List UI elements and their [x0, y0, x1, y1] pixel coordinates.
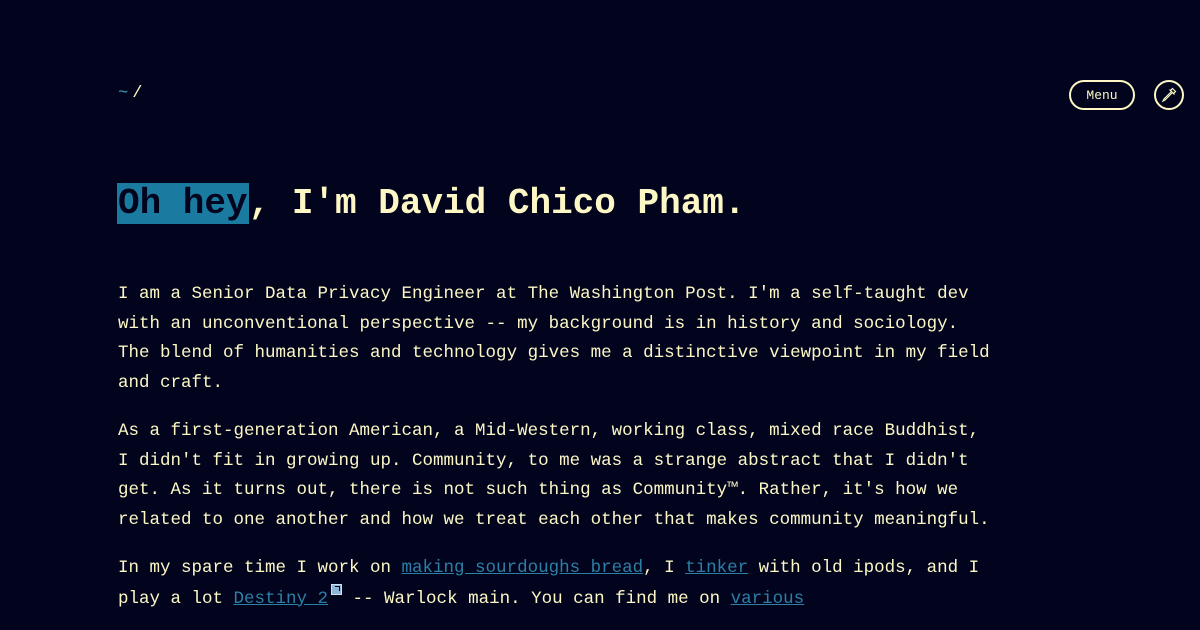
- theme-toggle-button[interactable]: [1154, 80, 1184, 110]
- destiny-link[interactable]: Destiny 2: [234, 589, 329, 609]
- menu-button[interactable]: Menu: [1069, 80, 1135, 110]
- bio-content: I am a Senior Data Privacy Engineer at T…: [118, 280, 998, 630]
- bio-paragraph-3: In my spare time I work on making sourdo…: [118, 554, 998, 614]
- bio-paragraph-2: As a first-generation American, a Mid-We…: [118, 421, 990, 530]
- page-title: Oh hey, I'm David Chico Pham.: [117, 181, 746, 227]
- eyedropper-icon: [1161, 87, 1177, 103]
- bio-text: In my spare time I work on: [118, 558, 402, 578]
- bio-text: , I: [643, 558, 686, 578]
- various-link[interactable]: various: [731, 589, 805, 609]
- bio-text: -- Warlock main. You can find me on: [342, 588, 731, 609]
- breadcrumb-separator: /: [132, 84, 143, 103]
- home-link[interactable]: ~: [118, 84, 128, 103]
- external-link-icon: [331, 583, 343, 595]
- title-highlight: Oh hey: [117, 183, 249, 224]
- title-rest: , I'm David Chico Pham.: [248, 183, 746, 224]
- bio-paragraph-1: I am a Senior Data Privacy Engineer at T…: [118, 284, 990, 393]
- breadcrumb: ~ /: [118, 82, 142, 106]
- tinker-link[interactable]: tinker: [685, 558, 748, 578]
- sourdough-link[interactable]: making sourdoughs bread: [402, 558, 644, 578]
